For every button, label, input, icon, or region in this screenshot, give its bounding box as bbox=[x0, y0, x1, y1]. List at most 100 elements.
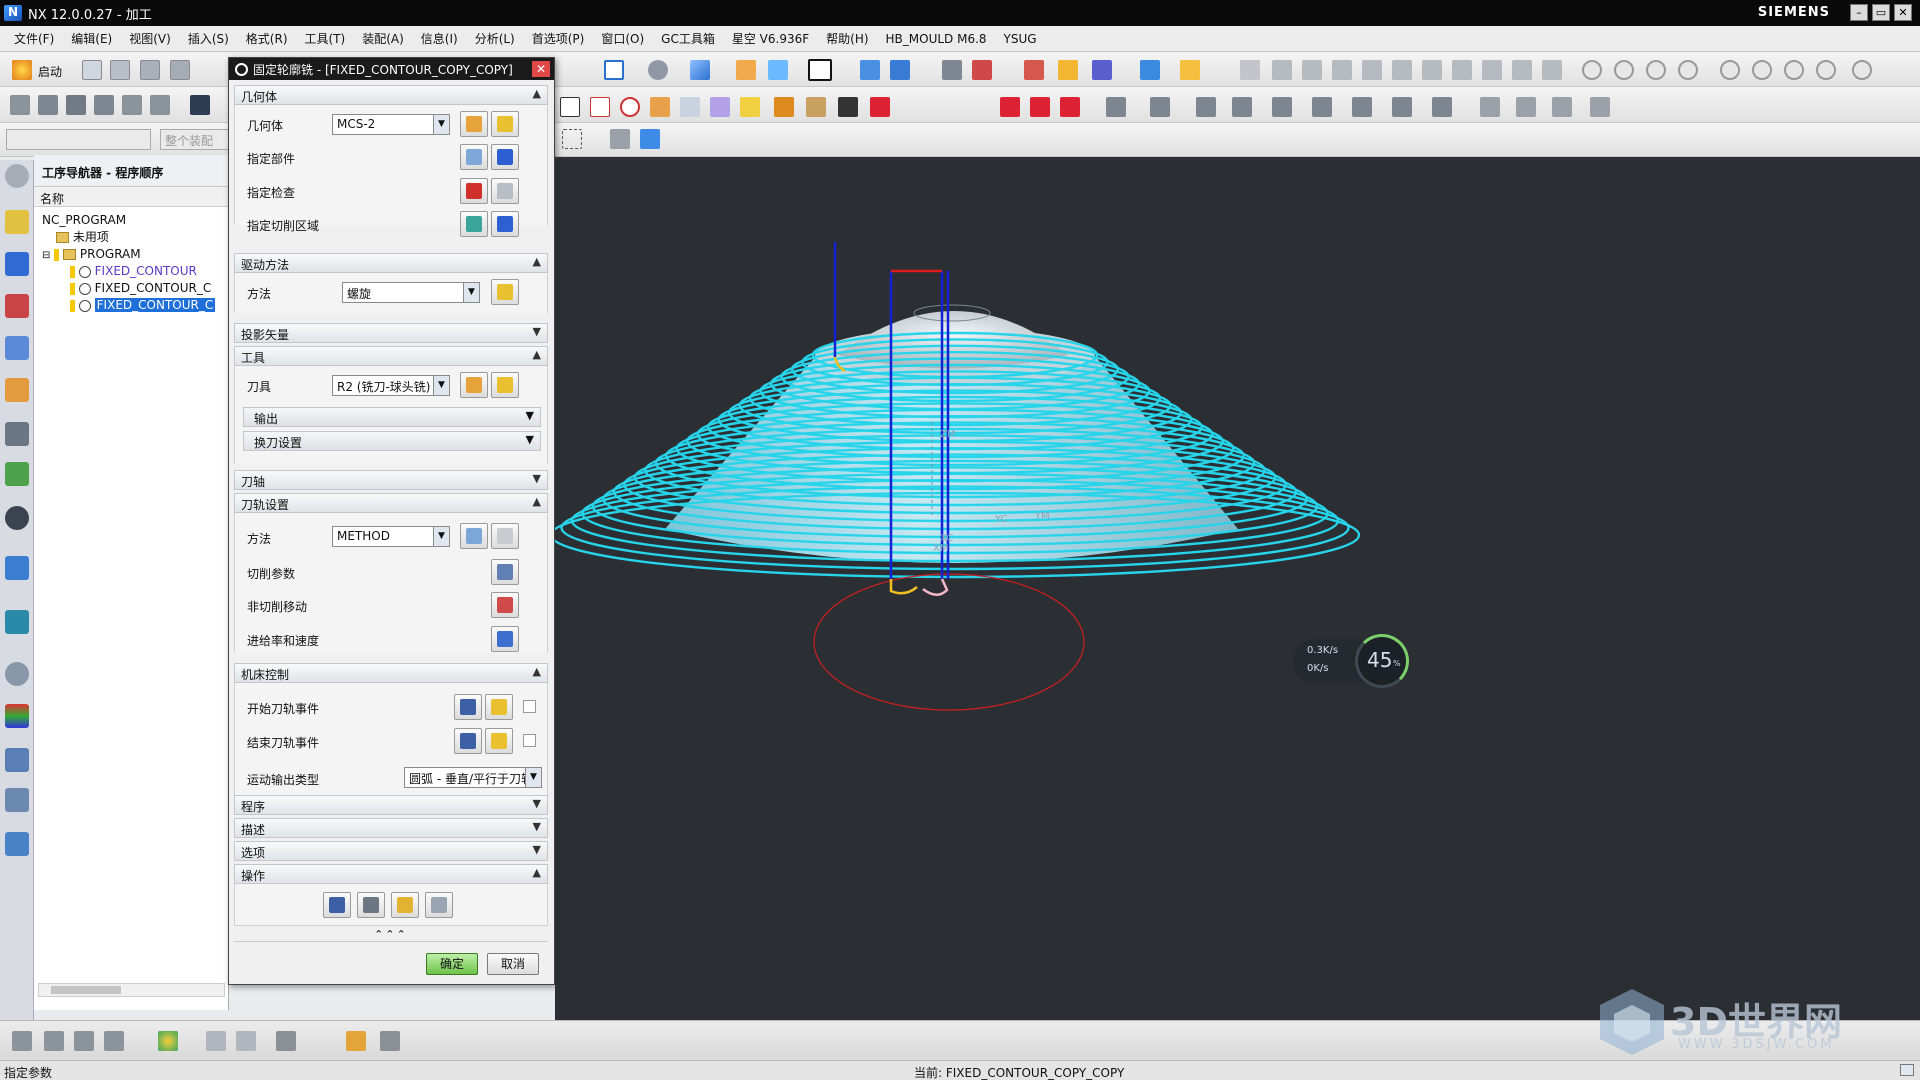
create-operation-icon[interactable] bbox=[122, 95, 142, 115]
path-method-select[interactable]: METHOD ▼ bbox=[332, 526, 450, 547]
post-process-icon[interactable] bbox=[650, 97, 670, 117]
menu-analysis[interactable]: 分析(L) bbox=[475, 30, 515, 47]
menu-xingkong[interactable]: 星空 V6.936F bbox=[732, 30, 809, 47]
circle-4-icon[interactable] bbox=[1678, 60, 1698, 80]
arc-icon[interactable] bbox=[1362, 60, 1382, 80]
circle-8-icon[interactable] bbox=[1816, 60, 1836, 80]
display-check-button[interactable] bbox=[491, 178, 519, 204]
render-style-icon[interactable] bbox=[690, 60, 710, 80]
cam-icon[interactable] bbox=[5, 788, 29, 812]
feeds-speeds-button[interactable] bbox=[491, 626, 519, 652]
assembly-navigator-icon[interactable] bbox=[5, 210, 29, 234]
select-box-icon[interactable] bbox=[562, 129, 582, 149]
selection-icon[interactable] bbox=[768, 60, 788, 80]
verify-button[interactable] bbox=[391, 892, 419, 918]
line-red-2-icon[interactable] bbox=[1030, 97, 1050, 117]
save-icon[interactable] bbox=[140, 60, 160, 80]
surface-3-icon[interactable] bbox=[1552, 97, 1572, 117]
transform-icon[interactable] bbox=[890, 60, 910, 80]
fillet-icon[interactable] bbox=[1482, 60, 1502, 80]
orient-view-icon[interactable] bbox=[648, 60, 668, 80]
menu-view[interactable]: 视图(V) bbox=[129, 30, 171, 47]
status-window-icon[interactable] bbox=[1900, 1064, 1914, 1076]
package-icon[interactable] bbox=[346, 1031, 366, 1051]
analysis-icon[interactable] bbox=[1058, 60, 1078, 80]
clip-icon[interactable] bbox=[1240, 60, 1260, 80]
sketch-line-icon[interactable] bbox=[1302, 60, 1322, 80]
start-event-copy-button[interactable] bbox=[454, 694, 482, 720]
move-object-icon[interactable] bbox=[860, 60, 880, 80]
surface-icon[interactable] bbox=[1480, 97, 1500, 117]
horizontal-scrollbar[interactable] bbox=[38, 983, 225, 997]
section-machine-control[interactable]: 机床控制 ▲ bbox=[234, 663, 548, 683]
memory-usage-gauge[interactable]: 45 % bbox=[1355, 634, 1409, 688]
roles-icon[interactable] bbox=[5, 704, 29, 728]
menu-assemblies[interactable]: 装配(A) bbox=[362, 30, 404, 47]
display-cut-area-button[interactable] bbox=[491, 211, 519, 237]
circle-5-icon[interactable] bbox=[1720, 60, 1740, 80]
snap-icon[interactable] bbox=[1092, 60, 1112, 80]
output-cls-icon[interactable] bbox=[710, 97, 730, 117]
section-actions[interactable]: 操作 ▲ bbox=[234, 864, 548, 884]
layer-settings-icon[interactable] bbox=[942, 60, 962, 80]
minimize-button[interactable]: – bbox=[1850, 4, 1868, 21]
section-projection-vector[interactable]: 投影矢量 ▼ bbox=[234, 323, 548, 343]
geometry-select[interactable]: MCS-2 ▼ bbox=[332, 114, 450, 135]
create-program-icon[interactable] bbox=[10, 95, 30, 115]
drive-method-select[interactable]: 螺旋 ▼ bbox=[342, 282, 480, 303]
offset-curve-icon[interactable] bbox=[1422, 60, 1442, 80]
start-icon[interactable] bbox=[12, 60, 32, 80]
cutter-icon[interactable] bbox=[806, 97, 826, 117]
wcs-icon[interactable] bbox=[736, 60, 756, 80]
menu-information[interactable]: 信息(I) bbox=[421, 30, 458, 47]
circle-2-icon[interactable] bbox=[1614, 60, 1634, 80]
generate-button[interactable] bbox=[323, 892, 351, 918]
measure-icon[interactable] bbox=[1024, 60, 1044, 80]
circle-3-icon[interactable] bbox=[1646, 60, 1666, 80]
view-method-icon[interactable] bbox=[104, 1031, 124, 1051]
motion-output-select[interactable]: 圆弧 - 垂直/平行于刀轴 ▼ bbox=[404, 767, 542, 788]
start-event-checkbox[interactable] bbox=[523, 700, 536, 713]
section-tool-axis[interactable]: 刀轴 ▼ bbox=[234, 470, 548, 490]
solid-4-icon[interactable] bbox=[1232, 97, 1252, 117]
fit-view-icon[interactable] bbox=[604, 60, 624, 80]
chamfer-icon[interactable] bbox=[1512, 60, 1532, 80]
select-face-icon[interactable] bbox=[640, 129, 660, 149]
tool-select[interactable]: R2 (铣刀-球头铣) ▼ bbox=[332, 375, 450, 396]
constraint-navigator-icon[interactable] bbox=[5, 252, 29, 276]
history-icon[interactable] bbox=[5, 506, 29, 530]
show-hide-icon[interactable] bbox=[972, 60, 992, 80]
section-options[interactable]: 选项 ▼ bbox=[234, 841, 548, 861]
solid-2-icon[interactable] bbox=[1150, 97, 1170, 117]
assembly-tool-icon[interactable] bbox=[838, 97, 858, 117]
circle-icon[interactable] bbox=[1582, 60, 1602, 80]
start-event-edit-button[interactable] bbox=[485, 694, 513, 720]
edit-tool-button[interactable] bbox=[491, 372, 519, 398]
spline-icon[interactable] bbox=[1392, 60, 1412, 80]
circle-7-icon[interactable] bbox=[1784, 60, 1804, 80]
ruler-icon[interactable] bbox=[1180, 60, 1200, 80]
start-label[interactable]: 启动 bbox=[38, 63, 62, 80]
menu-insert[interactable]: 插入(S) bbox=[188, 30, 229, 47]
tree-item-op3[interactable]: FIXED_CONTOUR_C bbox=[70, 296, 216, 314]
palette-icon[interactable] bbox=[5, 610, 29, 634]
menu-edit[interactable]: 编辑(E) bbox=[71, 30, 112, 47]
scroll-thumb[interactable] bbox=[51, 986, 121, 994]
dialog-close-button[interactable]: ✕ bbox=[532, 61, 550, 77]
trim-icon[interactable] bbox=[1452, 60, 1472, 80]
menu-hb-mould[interactable]: HB_MOULD M6.8 bbox=[886, 32, 987, 46]
menu-format[interactable]: 格式(R) bbox=[246, 30, 288, 47]
tree-item-program[interactable]: ⊟ PROGRAM bbox=[42, 245, 141, 263]
tree-item-unused[interactable]: 未用项 bbox=[56, 228, 109, 246]
generate-path-icon[interactable] bbox=[560, 97, 580, 117]
replay-button[interactable] bbox=[357, 892, 385, 918]
end-event-checkbox[interactable] bbox=[523, 734, 536, 747]
specify-check-button[interactable] bbox=[460, 178, 488, 204]
view-tool-icon[interactable] bbox=[44, 1031, 64, 1051]
clock-icon[interactable] bbox=[5, 662, 29, 686]
menu-window[interactable]: 窗口(O) bbox=[601, 30, 644, 47]
line-red-icon[interactable] bbox=[1000, 97, 1020, 117]
new-method-button[interactable] bbox=[460, 523, 488, 549]
solid-8-icon[interactable] bbox=[1392, 97, 1412, 117]
ipw-icon[interactable] bbox=[206, 1031, 226, 1051]
